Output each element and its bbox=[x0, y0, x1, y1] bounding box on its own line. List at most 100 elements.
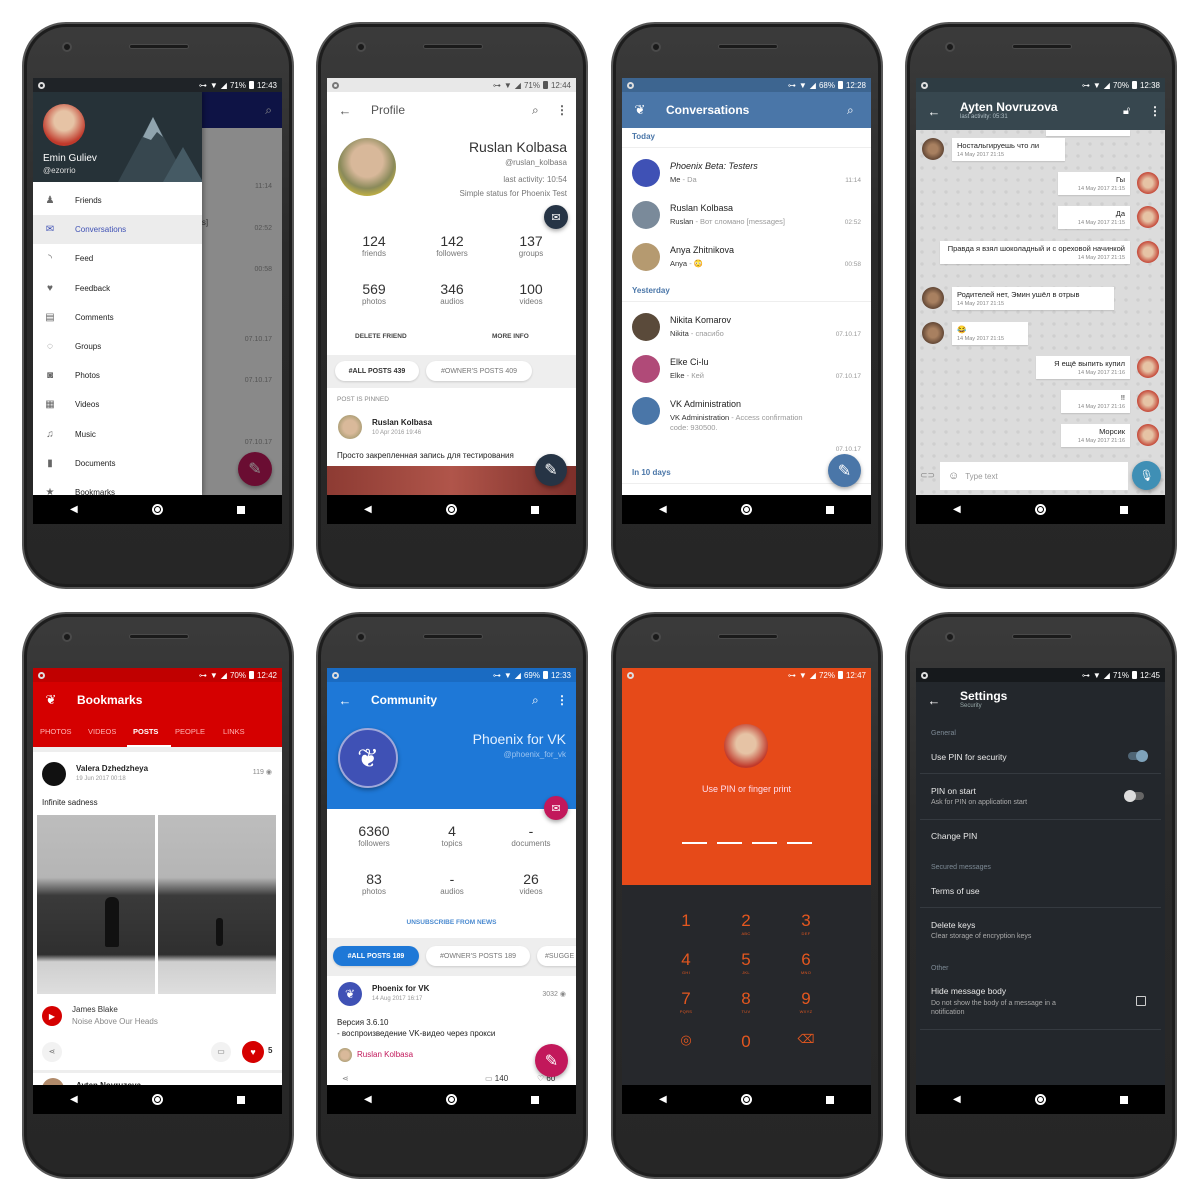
attach-icon[interactable]: ⊂⊃ bbox=[920, 470, 935, 481]
back-nav-button[interactable]: ◀ bbox=[364, 1094, 372, 1105]
compose-fab[interactable]: ✎ bbox=[828, 454, 861, 487]
post-author-avatar[interactable] bbox=[338, 415, 362, 439]
chip-owners-posts[interactable]: #OWNER'S POSTS 409 bbox=[426, 361, 532, 381]
sender-avatar[interactable] bbox=[1137, 424, 1159, 446]
conversation-item[interactable]: Anya Zhitnikova Anya - 😳 00:58 bbox=[622, 236, 871, 278]
community-avatar[interactable]: ❦ bbox=[338, 728, 398, 788]
incoming-message[interactable]: 😂 14 May 2017 21:15 bbox=[952, 322, 1028, 345]
drawer-item-friends[interactable]: ♟ Friends bbox=[33, 186, 202, 215]
back-nav-button[interactable]: ◀ bbox=[70, 504, 78, 515]
key-1[interactable]: 1 bbox=[666, 911, 706, 931]
stat-groups[interactable]: 137 groups bbox=[491, 233, 571, 258]
stat-documents[interactable]: - documents bbox=[491, 823, 571, 848]
key-7[interactable]: 7 PQRS bbox=[666, 989, 706, 1014]
recents-nav-button[interactable] bbox=[236, 1095, 245, 1104]
search-icon[interactable]: ⌕ bbox=[532, 103, 556, 118]
emoji-icon[interactable]: ☺ bbox=[948, 470, 959, 482]
change-pin-item[interactable]: Change PIN bbox=[931, 831, 977, 841]
drawer-item-documents[interactable]: ▮ Documents bbox=[33, 449, 202, 478]
app-menu-icon[interactable]: ❦ bbox=[33, 692, 69, 708]
drawer-item-videos[interactable]: ▦ Videos bbox=[33, 390, 202, 419]
back-nav-button[interactable]: ◀ bbox=[659, 504, 667, 515]
share-button[interactable]: ⋖ bbox=[342, 1074, 349, 1083]
back-nav-button[interactable]: ◀ bbox=[659, 1094, 667, 1105]
outgoing-message[interactable]: !! 14 May 2017 21:16 bbox=[1061, 390, 1130, 413]
post-author[interactable]: Ruslan Kolbasa bbox=[372, 418, 432, 427]
key-6[interactable]: 6 MNO bbox=[786, 950, 826, 975]
outgoing-message[interactable]: Я ещё выпить купил 14 May 2017 21:16 bbox=[1036, 356, 1130, 379]
delete-keys-item[interactable]: Delete keys bbox=[931, 920, 975, 930]
back-nav-button[interactable]: ◀ bbox=[364, 504, 372, 515]
drawer-item-music[interactable]: ♫ Music bbox=[33, 420, 202, 449]
home-nav-button[interactable] bbox=[151, 504, 163, 515]
home-nav-button[interactable] bbox=[445, 504, 457, 515]
drawer-item-groups[interactable]: ◌ Groups bbox=[33, 332, 202, 361]
home-nav-button[interactable] bbox=[1034, 504, 1046, 515]
pin-on-start-toggle[interactable] bbox=[1124, 790, 1144, 802]
stat-topics[interactable]: 4 topics bbox=[412, 823, 492, 848]
more-info-button[interactable]: MORE INFO bbox=[492, 333, 529, 340]
back-nav-button[interactable]: ◀ bbox=[953, 1094, 961, 1105]
stat-audios[interactable]: 346 audios bbox=[412, 281, 492, 306]
contact-avatar[interactable] bbox=[632, 243, 660, 271]
incoming-message[interactable]: Родителей нет, Эмин ушёл в отрыв 14 May 2… bbox=[952, 287, 1114, 310]
post-author[interactable]: Phoenix for VK bbox=[372, 984, 429, 993]
user-avatar[interactable] bbox=[43, 104, 85, 146]
home-nav-button[interactable] bbox=[445, 1094, 457, 1105]
delete-friend-button[interactable]: DELETE FRIEND bbox=[355, 333, 407, 340]
home-nav-button[interactable] bbox=[740, 1094, 752, 1105]
outgoing-message[interactable]: Гы 14 May 2017 21:15 bbox=[1058, 172, 1130, 195]
app-menu-icon[interactable]: ❦ bbox=[622, 102, 658, 118]
key-9[interactable]: 9 WXYZ bbox=[786, 989, 826, 1014]
unsubscribe-button[interactable]: UNSUBSCRIBE FROM NEWS bbox=[327, 919, 576, 926]
stat-followers[interactable]: 142 followers bbox=[412, 233, 492, 258]
outgoing-message[interactable]: Правда я взял шоколадный и с ореховой на… bbox=[940, 241, 1130, 264]
tab-people[interactable]: PEOPLE bbox=[175, 727, 205, 736]
sender-avatar[interactable] bbox=[1137, 356, 1159, 378]
comment-icon[interactable]: ▭ bbox=[485, 1074, 493, 1083]
sender-avatar[interactable] bbox=[1137, 206, 1159, 228]
stat-photos[interactable]: 569 photos bbox=[334, 281, 414, 306]
author-avatar[interactable] bbox=[42, 762, 66, 786]
chip-owners-posts[interactable]: #OWNER'S POSTS 189 bbox=[426, 946, 530, 966]
key-3[interactable]: 3 DEF bbox=[786, 911, 826, 936]
search-icon[interactable]: ⌕ bbox=[847, 103, 871, 118]
chip-all-posts[interactable]: #ALL POSTS 439 bbox=[335, 361, 419, 381]
key-2[interactable]: 2 ABC bbox=[726, 911, 766, 936]
post-author[interactable]: Valera Dzhedzheya bbox=[76, 764, 148, 773]
conversation-item[interactable]: Phoenix Beta: Testers Me - Da 11:14 bbox=[622, 152, 871, 194]
conversation-item[interactable]: VK Administration VK Administration - Acc… bbox=[622, 390, 871, 460]
recents-nav-button[interactable] bbox=[236, 505, 245, 514]
use-pin-toggle[interactable] bbox=[1128, 750, 1148, 762]
tab-posts[interactable]: POSTS bbox=[133, 727, 158, 736]
lock-icon[interactable]: 🔓︎ bbox=[1123, 105, 1149, 118]
stat-audios[interactable]: - audios bbox=[412, 871, 492, 896]
more-vert-icon[interactable]: ⋮ bbox=[556, 693, 576, 707]
conversation-item[interactable]: Ruslan Kolbasa Ruslan - Вот сломано [mess… bbox=[622, 194, 871, 236]
home-nav-button[interactable] bbox=[740, 504, 752, 515]
search-icon[interactable]: ⌕ bbox=[532, 693, 556, 708]
back-arrow-icon[interactable]: ← bbox=[327, 693, 363, 708]
key-0[interactable]: 0 bbox=[726, 1032, 766, 1052]
back-arrow-icon[interactable]: ← bbox=[327, 103, 363, 118]
message-input[interactable]: ☺ Type text bbox=[940, 462, 1128, 490]
back-nav-button[interactable]: ◀ bbox=[953, 504, 961, 515]
drawer-item-feed[interactable]: ◝ Feed bbox=[33, 244, 202, 273]
drawer-item-comments[interactable]: ▤ Comments bbox=[33, 303, 202, 332]
message-fab[interactable]: ✉ bbox=[544, 796, 568, 820]
comment-button[interactable]: ▭ bbox=[211, 1042, 231, 1062]
back-arrow-icon[interactable]: ← bbox=[916, 104, 952, 119]
mic-button[interactable]: 🎙︎ bbox=[1132, 461, 1161, 490]
contact-avatar[interactable] bbox=[632, 397, 660, 425]
outgoing-message[interactable]: Да 14 May 2017 21:15 bbox=[1058, 206, 1130, 229]
tab-videos[interactable]: VIDEOS bbox=[88, 727, 116, 736]
sender-avatar[interactable] bbox=[1137, 172, 1159, 194]
more-vert-icon[interactable]: ⋮ bbox=[556, 103, 576, 117]
contact-avatar[interactable] bbox=[632, 355, 660, 383]
sender-avatar[interactable] bbox=[1137, 241, 1159, 263]
profile-avatar[interactable] bbox=[338, 138, 396, 196]
post-photo-2[interactable] bbox=[158, 815, 276, 994]
stat-friends[interactable]: 124 friends bbox=[334, 233, 414, 258]
compose-fab[interactable]: ✎ bbox=[535, 454, 567, 486]
more-vert-icon[interactable]: ⋮ bbox=[1149, 104, 1165, 118]
